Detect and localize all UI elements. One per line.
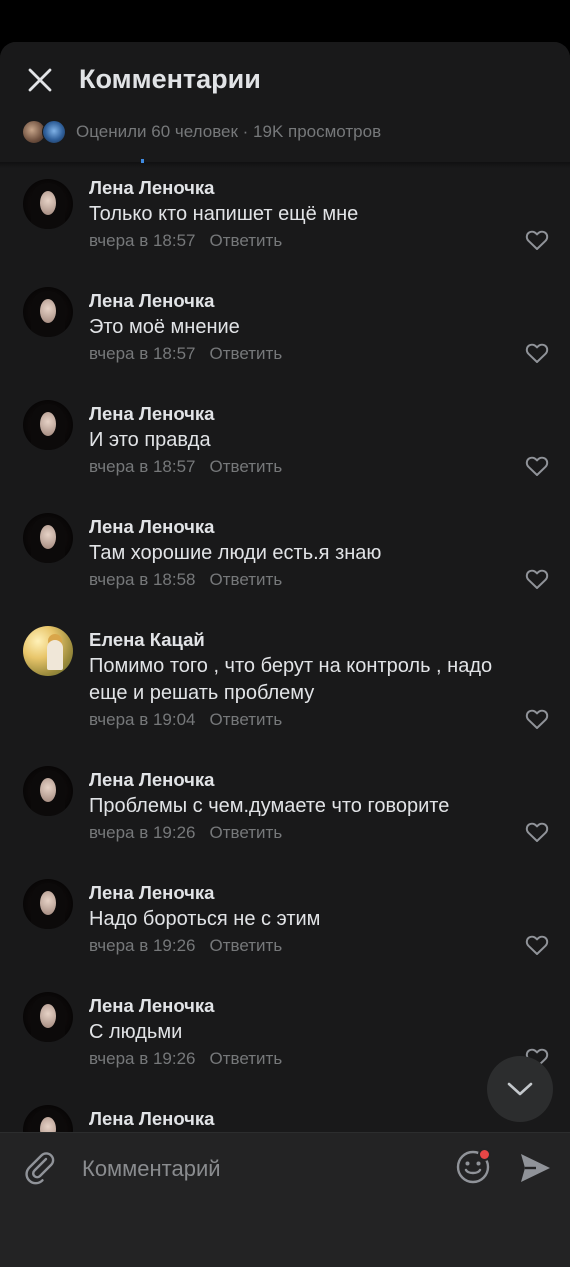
comments-list[interactable]: Лена Леночка Только кто напишет ещё мне …	[0, 42, 570, 1132]
comment-input[interactable]	[80, 1151, 444, 1187]
avatar[interactable]	[23, 992, 73, 1042]
avatar	[42, 120, 66, 144]
scroll-down-button[interactable]	[487, 1056, 553, 1122]
comment-text: Там хорошие люди есть.я знаю	[89, 542, 382, 564]
comment-author[interactable]: Елена Кацай	[89, 629, 205, 651]
reply-button[interactable]: Ответить	[210, 344, 283, 363]
comment-author[interactable]: Лена Леночка	[89, 516, 214, 538]
comment-text: Только кто напишет ещё мне	[89, 203, 359, 225]
reply-button[interactable]: Ответить	[210, 710, 283, 729]
comment-meta: вчера в 19:04 Ответить	[89, 710, 282, 730]
close-icon[interactable]	[27, 67, 53, 93]
chevron-down-icon	[507, 1082, 533, 1096]
header-divider	[0, 162, 570, 168]
comment-meta: вчера в 18:57 Ответить	[89, 457, 282, 477]
avatar[interactable]	[23, 1105, 73, 1132]
comment-author[interactable]: Лена Леночка	[89, 403, 214, 425]
avatar[interactable]	[23, 400, 73, 450]
comment-author[interactable]: Лена Леночка	[89, 290, 214, 312]
heart-icon[interactable]	[525, 342, 549, 364]
avatar[interactable]	[23, 287, 73, 337]
comment-text: Помимо того , что берут на контроль , на…	[89, 655, 493, 704]
heart-icon[interactable]	[525, 229, 549, 251]
liker-avatars	[22, 120, 68, 144]
reply-button[interactable]: Ответить	[210, 231, 283, 250]
heart-icon[interactable]	[525, 568, 549, 590]
heart-icon[interactable]	[525, 455, 549, 477]
heart-icon[interactable]	[525, 934, 549, 956]
likes-summary[interactable]: Оценили 60 человек · 19K просмотров	[22, 120, 381, 144]
comment-time: вчера в 18:57	[89, 344, 196, 363]
page-title: Комментарии	[79, 64, 261, 94]
heart-icon[interactable]	[525, 708, 549, 730]
heart-icon[interactable]	[525, 821, 549, 843]
comment-meta: вчера в 19:26 Ответить	[89, 1049, 282, 1069]
avatar[interactable]	[23, 766, 73, 816]
status-bar	[0, 0, 570, 42]
comment-time: вчера в 19:26	[89, 823, 196, 842]
comment-author[interactable]: Лена Леночка	[89, 177, 214, 199]
avatar[interactable]	[23, 179, 73, 229]
reply-button[interactable]: Ответить	[210, 457, 283, 476]
comment-meta: вчера в 18:58 Ответить	[89, 570, 282, 590]
notification-dot	[478, 1148, 491, 1161]
comment-meta: вчера в 18:57 Ответить	[89, 231, 282, 251]
comment-time: вчера в 19:04	[89, 710, 196, 729]
reply-button[interactable]: Ответить	[210, 823, 283, 842]
send-icon[interactable]	[518, 1151, 552, 1185]
comment-text: Надо бороться не с этим	[89, 908, 321, 930]
comment-meta: вчера в 19:26 Ответить	[89, 936, 282, 956]
avatar[interactable]	[23, 879, 73, 929]
comment-time: вчера в 19:26	[89, 936, 196, 955]
comment-time: вчера в 18:57	[89, 457, 196, 476]
comment-text: Это моё мнение	[89, 316, 240, 338]
reply-button[interactable]: Ответить	[210, 1049, 283, 1068]
close-button[interactable]	[20, 60, 60, 100]
comment-time: вчера в 18:58	[89, 570, 196, 589]
comment-text: С людьми	[89, 1021, 183, 1043]
avatar[interactable]	[23, 513, 73, 563]
comment-author[interactable]: Лена Леночка	[89, 769, 214, 791]
comments-sheet: Лена Леночка Только кто напишет ещё мне …	[0, 42, 570, 1267]
comment-author[interactable]: Лена Леночка	[89, 882, 214, 904]
comment-meta: вчера в 19:26 Ответить	[89, 823, 282, 843]
avatar[interactable]	[23, 626, 73, 676]
scroll-indicator	[141, 159, 144, 163]
comment-composer	[0, 1132, 570, 1267]
reply-button[interactable]: Ответить	[210, 936, 283, 955]
reply-button[interactable]: Ответить	[210, 570, 283, 589]
paperclip-icon[interactable]	[22, 1149, 58, 1185]
comment-text: Проблемы с чем.думаете что говорите	[89, 795, 450, 817]
comment-text: И это правда	[89, 429, 211, 451]
comment-meta: вчера в 18:57 Ответить	[89, 344, 282, 364]
comment-time: вчера в 19:26	[89, 1049, 196, 1068]
likes-views-text: Оценили 60 человек · 19K просмотров	[76, 122, 382, 141]
comment-author[interactable]: Лена Леночка	[89, 1108, 214, 1130]
header: Комментарии Оценили 60 человек · 19K про…	[0, 42, 570, 162]
comment-author[interactable]: Лена Леночка	[89, 995, 214, 1017]
comment-time: вчера в 18:57	[89, 231, 196, 250]
